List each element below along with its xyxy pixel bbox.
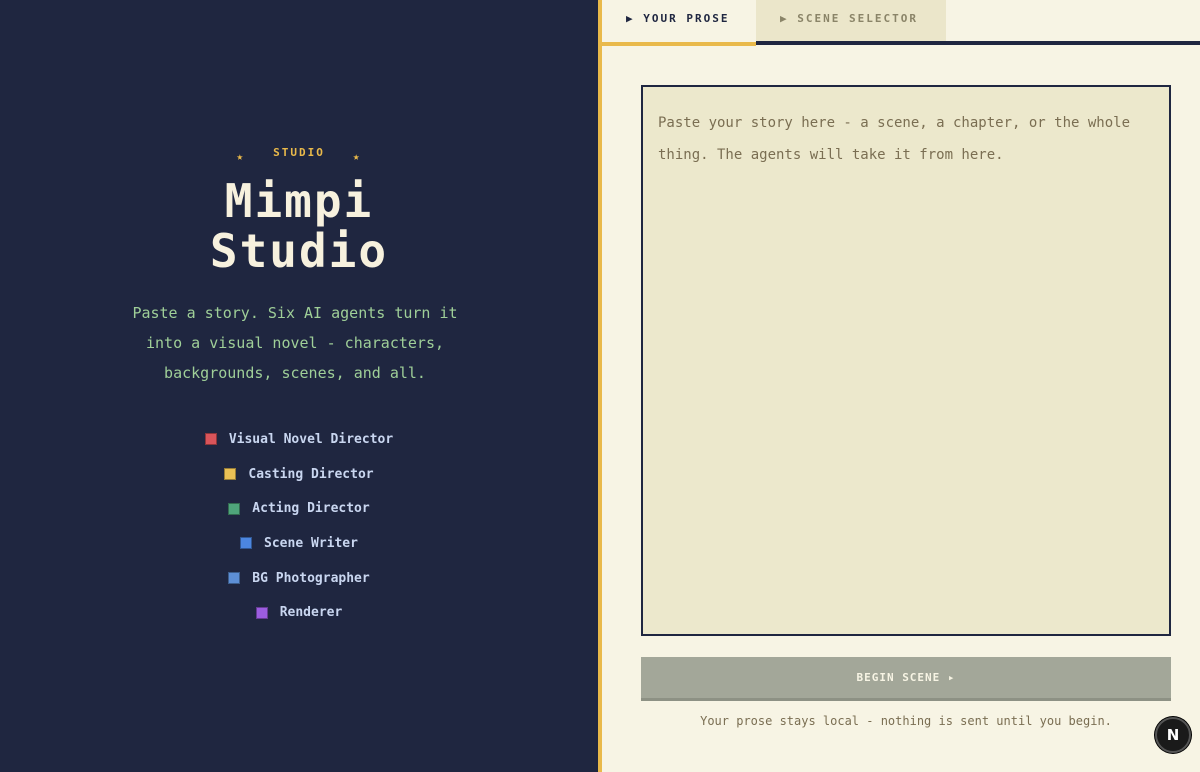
agent-color-swatch	[228, 572, 241, 585]
agent-item: Acting Director	[0, 491, 598, 526]
privacy-note: Your prose stays local - nothing is sent…	[700, 714, 1112, 728]
agent-item: BG Photographer	[0, 561, 598, 596]
agent-color-swatch	[240, 537, 253, 550]
agent-label: Visual Novel Director	[228, 431, 394, 447]
agent-label: Acting Director	[252, 501, 370, 517]
tab-underline	[756, 41, 1200, 45]
story-input[interactable]	[641, 85, 1171, 636]
panel-divider	[598, 0, 602, 772]
agent-color-swatch	[255, 606, 268, 619]
eyebrow-label: STUDIO	[273, 146, 325, 159]
tab-your-prose[interactable]: ▶ YOUR PROSE	[602, 0, 756, 46]
star-icon: ★	[352, 150, 362, 163]
agent-label: Scene Writer	[264, 535, 358, 551]
agent-color-swatch	[228, 502, 241, 515]
agent-item: Visual Novel Director	[0, 422, 598, 457]
agent-item: Renderer	[0, 595, 598, 630]
tab-scene-selector[interactable]: ▶ SCENE SELECTOR	[756, 0, 946, 42]
brand-panel: ★ STUDIO ★ Mimpi Studio Paste a story. Six…	[0, 0, 598, 772]
agent-color-swatch	[204, 433, 217, 446]
agent-list: Visual Novel Director Casting Director A…	[0, 422, 598, 630]
n-badge-icon[interactable]: N	[1155, 717, 1191, 753]
begin-scene-button[interactable]: BEGIN SCENE ▸	[641, 657, 1171, 701]
agent-item: Casting Director	[0, 457, 598, 492]
title-line-1: Mimpi	[224, 174, 374, 228]
tagline: Paste a story. Six AI agents turn it int…	[132, 304, 458, 382]
star-icon: ★	[236, 150, 246, 163]
tab-bar: ▶ YOUR PROSE ▶ SCENE SELECTOR	[602, 0, 1200, 46]
title-line-2: Studio	[209, 224, 389, 278]
studio-eyebrow: ★ STUDIO ★	[0, 146, 598, 163]
agent-label: Renderer	[279, 605, 343, 621]
app-title: Mimpi Studio	[0, 176, 598, 276]
agent-item: Scene Writer	[0, 526, 598, 561]
agent-label: BG Photographer	[252, 570, 370, 586]
agent-label: Casting Director	[248, 466, 374, 482]
agent-color-swatch	[224, 468, 237, 481]
